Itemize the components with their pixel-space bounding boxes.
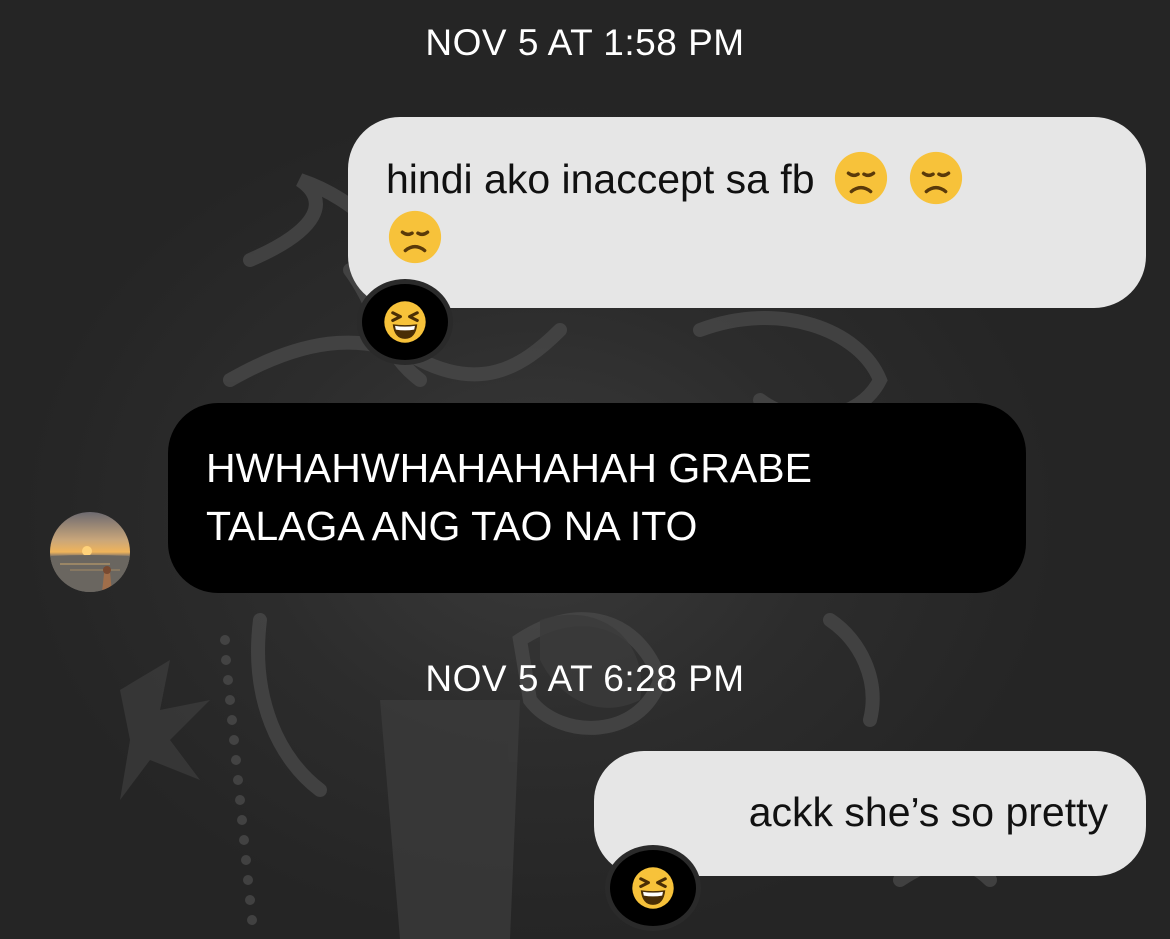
disappointed-face-icon: [910, 151, 963, 205]
disappointed-face-icon: [388, 210, 442, 264]
grinning-squinting-face-icon: [384, 301, 426, 343]
sender-avatar[interactable]: [50, 512, 130, 592]
message-reaction-2[interactable]: [610, 850, 696, 926]
timestamp-1: NOV 5 AT 1:58 PM: [425, 22, 745, 63]
outgoing-message-1[interactable]: hindi ako inaccept sa fb: [348, 117, 1146, 308]
sunset-photo-icon: [50, 512, 130, 592]
timestamp-2: NOV 5 AT 6:28 PM: [425, 658, 745, 699]
message-text: ackk she’s so pretty: [748, 789, 1108, 835]
message-text: hindi ako inaccept sa fb: [386, 156, 815, 202]
grinning-squinting-face-icon: [632, 867, 674, 909]
message-text: HWHAHWHAHAHAHAH GRABE TALAGA ANG TAO NA …: [206, 445, 812, 549]
disappointed-face-icon: [834, 151, 888, 205]
incoming-message-1[interactable]: HWHAHWHAHAHAHAH GRABE TALAGA ANG TAO NA …: [168, 403, 1026, 593]
message-reaction-1[interactable]: [362, 284, 448, 360]
